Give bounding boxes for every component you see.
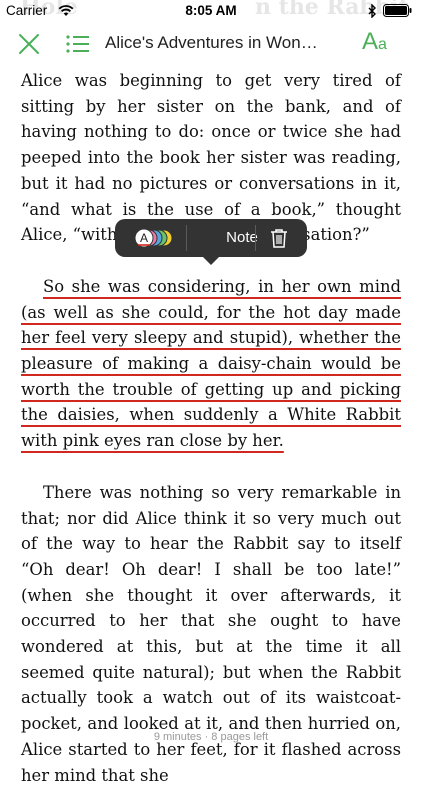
bluetooth-icon — [368, 4, 376, 18]
highlighted-text[interactable]: So she was considering, in her own mind … — [21, 277, 401, 450]
book-page: Alice was beginning to get very tired of… — [21, 68, 401, 788]
highlight-colors-icon[interactable]: A — [115, 219, 186, 257]
close-icon[interactable] — [18, 33, 40, 55]
status-bar: Hole n the Rabbit Carrier 8:05 AM — [0, 0, 422, 22]
battery-icon — [383, 4, 412, 17]
reading-progress: 9 minutes · 8 pages left — [153, 731, 269, 743]
highlight-menu: A Note — [115, 219, 307, 265]
clock: 8:05 AM — [185, 3, 237, 18]
font-settings-big-a: A — [362, 28, 379, 55]
paragraph-2-highlighted[interactable]: So she was considering, in her own mind … — [21, 274, 401, 454]
reader-toolbar: Alice's Adventures in Won… Aa — [0, 24, 422, 64]
table-of-contents-icon[interactable] — [66, 34, 90, 54]
trash-icon[interactable] — [268, 227, 290, 249]
popover-divider — [255, 225, 256, 251]
popover-arrow — [203, 257, 219, 265]
highlight-color-letter: A — [140, 231, 148, 245]
book-title: Alice's Adventures in Won… — [105, 33, 318, 52]
font-settings-small-a: a — [378, 36, 387, 53]
font-settings-button[interactable]: Aa — [362, 28, 387, 56]
